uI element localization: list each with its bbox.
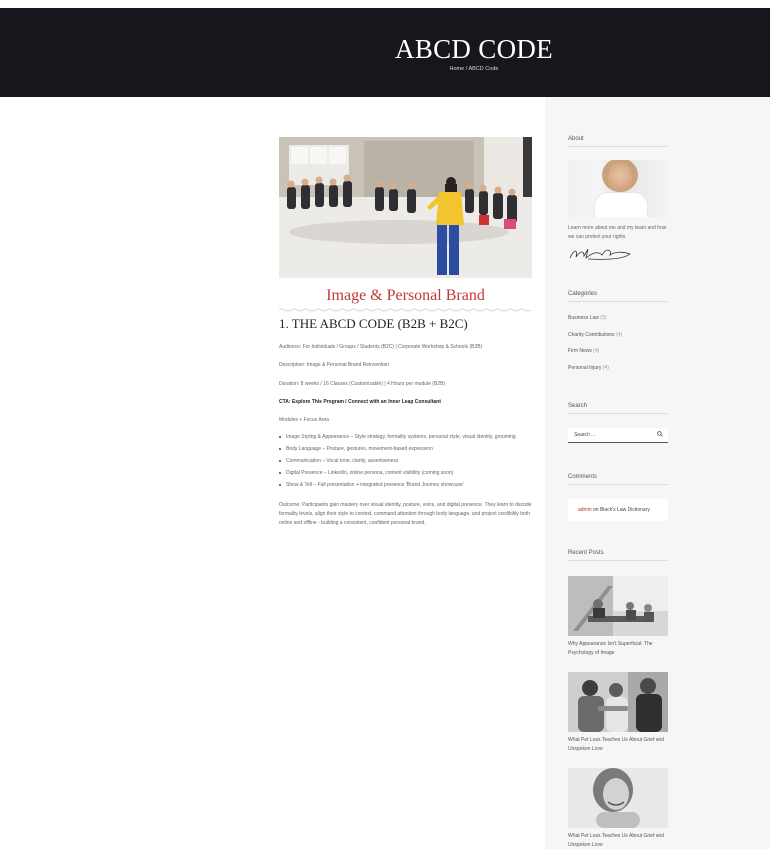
comments-widget-title: Comments bbox=[568, 474, 668, 485]
modules-label: Modules + Focus Area bbox=[279, 417, 329, 423]
recent-post-thumbnail[interactable] bbox=[568, 672, 668, 732]
breadcrumb: Home / ABCD Code bbox=[0, 66, 770, 72]
category-item[interactable]: Business Law (3) bbox=[568, 315, 668, 332]
category-label[interactable]: Personal Injury bbox=[568, 365, 601, 371]
wavy-divider bbox=[279, 308, 532, 312]
page-hero: ABCD CODE Home / ABCD Code bbox=[0, 8, 770, 97]
category-count: (3) bbox=[600, 315, 607, 321]
category-label[interactable]: Firm News bbox=[568, 348, 592, 354]
module-item: Show & Tell – Full presentation + integr… bbox=[279, 482, 532, 494]
category-count: (4) bbox=[602, 364, 609, 371]
search-widget-title: Search bbox=[568, 403, 668, 414]
about-widget-title: About bbox=[568, 136, 668, 147]
about-portrait bbox=[568, 160, 668, 217]
recent-post-title[interactable]: What Pet Loss Teaches Us About Grief and… bbox=[568, 736, 668, 754]
categories-widget-title: Categories bbox=[568, 291, 668, 302]
about-text: Learn more about me and my team and how … bbox=[568, 225, 667, 240]
duration-text: Duration: 8 weeks / 16 Classes (Customiz… bbox=[279, 381, 446, 387]
sidebar: About Learn more about me and my team an… bbox=[545, 97, 770, 849]
comment-on-text: on bbox=[591, 507, 600, 513]
recent-posts-widget-title: Recent Posts bbox=[568, 550, 668, 561]
recent-post-thumbnail[interactable] bbox=[568, 768, 668, 828]
comment-item: admin on Black's Law Dictionary bbox=[568, 499, 668, 521]
categories-list: Business Law (3) Charity Contributions (… bbox=[568, 315, 668, 381]
recent-post-title[interactable]: What Pet Loss Teaches Us About Grief and… bbox=[568, 832, 668, 850]
category-item[interactable]: Firm News (4) bbox=[568, 348, 668, 365]
module-item: Body Language – Posture, gestures, movem… bbox=[279, 446, 532, 458]
category-label[interactable]: Charity Contributions bbox=[568, 332, 615, 338]
top-strip bbox=[0, 0, 770, 8]
comment-author-link[interactable]: admin bbox=[578, 507, 592, 513]
recent-post-thumbnail[interactable] bbox=[568, 576, 668, 636]
outcome-text: Outcome: Participants gain mastery over … bbox=[279, 502, 532, 526]
breadcrumb-current: ABCD Code bbox=[468, 66, 499, 72]
module-item: Communication – Vocal tone, clarity, ass… bbox=[279, 458, 532, 470]
signature-image bbox=[569, 248, 631, 260]
search-placeholder: Search ... bbox=[574, 432, 596, 438]
category-count: (4) bbox=[616, 331, 623, 338]
program-category-heading: Image & Personal Brand bbox=[326, 287, 485, 304]
program-title: 1. THE ABCD CODE (B2B + B2C) bbox=[279, 316, 468, 331]
breadcrumb-home-link[interactable]: Home bbox=[450, 66, 465, 72]
module-item: Digital Presence – LinkedIn, online pers… bbox=[279, 470, 532, 482]
category-item[interactable]: Charity Contributions (4) bbox=[568, 332, 668, 349]
audience-text: Audience: For Individuals / Groups / Stu… bbox=[279, 344, 483, 350]
category-item[interactable]: Personal Injury (4) bbox=[568, 365, 668, 382]
category-label[interactable]: Business Law bbox=[568, 315, 599, 321]
search-icon[interactable] bbox=[657, 431, 663, 437]
page-title: ABCD CODE bbox=[395, 34, 553, 64]
category-count: (4) bbox=[593, 348, 600, 354]
cta-text[interactable]: CTA: Explore This Program / Connect with… bbox=[279, 398, 532, 407]
search-input[interactable]: Search ... bbox=[568, 428, 668, 443]
description-text: Description: Image & Personal Brand Rein… bbox=[279, 362, 390, 368]
workshop-illustration bbox=[279, 137, 532, 278]
recent-post-title[interactable]: Why Appearance Isn't Superficial: The Ps… bbox=[568, 640, 668, 658]
comment-post-link[interactable]: Black's Law Dictionary bbox=[600, 507, 650, 513]
workshop-photo bbox=[279, 137, 532, 278]
modules-list: Image Styling & Appearance – Style strat… bbox=[279, 434, 532, 494]
module-item: Image Styling & Appearance – Style strat… bbox=[279, 434, 532, 446]
